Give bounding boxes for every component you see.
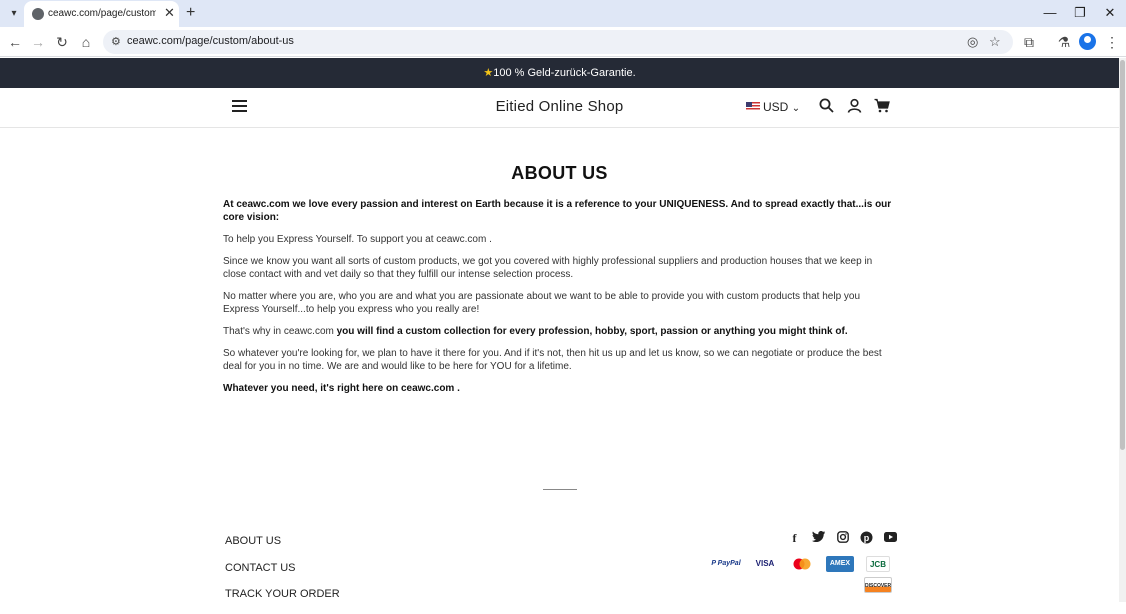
new-tab-icon[interactable]: +	[186, 4, 195, 22]
forward-icon[interactable]: →	[29, 33, 47, 51]
chevron-down-icon: ⌄	[791, 103, 801, 114]
star-icon: ★	[483, 67, 494, 79]
about-content: At ceawc.com we love every passion and i…	[223, 198, 893, 404]
currency-label: USD	[763, 100, 789, 114]
scrollbar-thumb[interactable]	[1120, 60, 1125, 450]
paragraph-collection-lead: That's why in ceawc.com	[223, 326, 337, 337]
paragraph-suppliers: Since we know you want all sorts of cust…	[223, 256, 873, 280]
announcement-text: 100 % Geld-zurück-Garantie.	[493, 67, 636, 79]
back-icon[interactable]: ←	[6, 33, 24, 51]
us-flag-icon	[746, 102, 760, 111]
section-divider	[543, 489, 577, 490]
facebook-icon[interactable]: f	[787, 531, 802, 546]
mastercard-icon	[788, 556, 816, 572]
browser-toolbar: ← → ↻ ⌂ ⚙ ceawc.com/page/custom/about-us…	[0, 27, 1126, 57]
amex-icon: AMEX	[826, 556, 854, 572]
currency-selector[interactable]: USD ⌄	[746, 100, 800, 114]
url-text: ceawc.com/page/custom/about-us	[127, 35, 294, 47]
announcement-bar: ★100 % Geld-zurück-Garantie.	[0, 58, 1119, 88]
labs-icon[interactable]: ⚗	[1055, 33, 1073, 51]
tab-search-icon[interactable]: ▾	[5, 5, 23, 23]
paragraph-closing: Whatever you need, it's right here on ce…	[223, 383, 460, 394]
globe-icon	[32, 8, 44, 20]
address-bar[interactable]: ⚙ ceawc.com/page/custom/about-us ◎ ☆	[103, 30, 1013, 54]
paragraph-promise: So whatever you're looking for, we plan …	[223, 348, 882, 372]
browser-tab[interactable]: ceawc.com/page/custom/abou ✕	[24, 1, 179, 27]
paragraph-mission: To help you Express Yourself. To support…	[223, 234, 492, 245]
discover-icon: DISCOVER	[864, 577, 892, 593]
site-header: Eitied Online Shop USD ⌄	[0, 88, 1119, 128]
paragraph-passion: No matter where you are, who you are and…	[223, 291, 861, 315]
pinterest-icon[interactable]: p	[859, 531, 874, 546]
visa-icon: VISA	[755, 559, 775, 568]
extensions-icon[interactable]: ⧉	[1020, 33, 1038, 51]
paypal-icon: P PayPal	[711, 560, 741, 567]
bookmark-star-icon[interactable]: ☆	[989, 34, 1001, 50]
paragraph-collection: That's why in ceawc.com you will find a …	[223, 325, 893, 338]
tab-title: ceawc.com/page/custom/abou	[48, 8, 156, 19]
minimize-icon[interactable]: —	[1040, 4, 1060, 22]
user-icon[interactable]	[845, 98, 863, 118]
svg-text:p: p	[864, 533, 870, 543]
twitter-icon[interactable]	[811, 531, 826, 546]
close-window-icon[interactable]: ✕	[1100, 4, 1120, 22]
youtube-icon[interactable]	[883, 531, 898, 546]
page-scrollbar[interactable]	[1119, 58, 1126, 602]
shop-name[interactable]: Eitied Online Shop	[0, 98, 1119, 115]
paragraph-collection-bold: you will find a custom collection for ev…	[336, 326, 848, 337]
footer-link-track-order[interactable]: TRACK YOUR ORDER	[225, 587, 340, 614]
jcb-icon: JCB	[866, 556, 890, 572]
menu-icon[interactable]: ⋮	[1103, 33, 1121, 51]
site-info-icon[interactable]: ⚙	[111, 35, 121, 48]
eye-off-icon[interactable]: ◎	[967, 34, 978, 50]
paragraph-intro: At ceawc.com we love every passion and i…	[223, 199, 892, 223]
footer-link-contact-us[interactable]: CONTACT US	[225, 561, 340, 588]
search-icon[interactable]	[817, 98, 835, 118]
close-tab-icon[interactable]: ✕	[164, 5, 175, 21]
home-icon[interactable]: ⌂	[77, 33, 95, 51]
cart-icon[interactable]	[873, 98, 891, 118]
reload-icon[interactable]: ↻	[53, 33, 71, 51]
footer-link-about-us[interactable]: ABOUT US	[225, 534, 340, 561]
browser-tab-bar: ▾ ceawc.com/page/custom/abou ✕ + — ❐ ✕	[0, 0, 1126, 27]
restore-icon[interactable]: ❐	[1070, 4, 1090, 22]
instagram-icon[interactable]	[835, 531, 850, 546]
profile-avatar[interactable]	[1079, 33, 1096, 50]
page-title: ABOUT US	[511, 163, 608, 183]
